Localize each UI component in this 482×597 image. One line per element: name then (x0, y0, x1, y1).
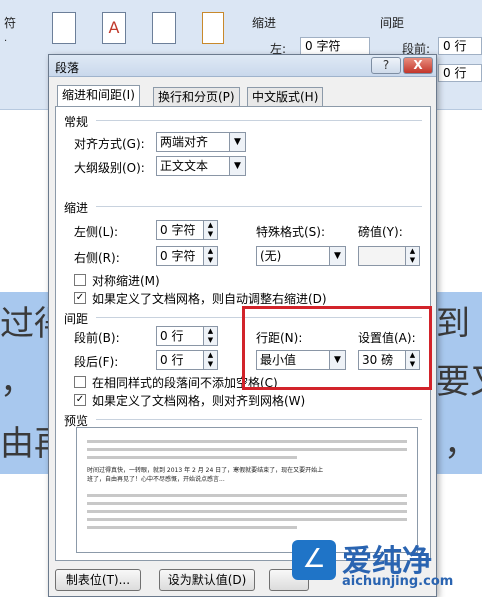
tab-indent-spacing[interactable]: 缩进和间距(I) (57, 85, 140, 107)
mirror-indent-checkbox[interactable] (74, 274, 86, 286)
spacing-after-value: 0 行 (160, 353, 184, 367)
tabs-button[interactable]: 制表位(T)... (55, 569, 141, 591)
chevron-down-icon: ▼ (329, 247, 345, 265)
highlight-box (242, 306, 432, 390)
doc-text-line1-right: 到 2 (436, 304, 482, 344)
auto-adjust-checkbox[interactable]: ✓ (74, 292, 86, 304)
doc-text-line2-left: ， (0, 362, 34, 402)
ribbon-fragment-2: · (4, 36, 8, 47)
chevron-down-icon: ▼ (229, 133, 245, 151)
snap-to-grid-label: 如果定义了文档网格，则对齐到网格(W) (92, 394, 306, 408)
ribbon-spacing-label: 间距 (380, 16, 405, 30)
spacing-after-label: 段后(F): (74, 355, 119, 369)
close-button[interactable]: X (403, 57, 433, 74)
spacing-after-spinner[interactable]: 0 行 ▲ ▼ (156, 350, 218, 370)
divider (96, 419, 422, 420)
indent-left-spinner[interactable]: 0 字符 ▲ ▼ (156, 220, 218, 240)
spinner-arrows-icon[interactable]: ▲ ▼ (203, 247, 217, 265)
tab-line-page-breaks[interactable]: 换行和分页(P) (153, 87, 240, 107)
spacing-before-spinner[interactable]: 0 行 ▲ ▼ (156, 326, 218, 346)
spacing-before-label: 段前(B): (74, 331, 120, 345)
preview-sample-text: 时间过得真快，一转眼，就到 2013 年 2 月 24 日了，寒假就要结束了，现… (87, 466, 407, 484)
preview-line (87, 510, 407, 513)
ribbon-paint-icon[interactable] (152, 12, 176, 44)
spinner-arrows-icon[interactable]: ▲ ▼ (203, 327, 217, 345)
indent-section-title: 缩进 (64, 201, 89, 215)
auto-adjust-label: 如果定义了文档网格，则自动调整右缩进(D) (92, 292, 327, 306)
ribbon-doc-icon[interactable] (52, 12, 76, 44)
special-indent-label: 特殊格式(S): (256, 225, 326, 239)
spinner-arrows-icon[interactable]: ▲ ▼ (203, 221, 217, 239)
indent-right-label: 右侧(R): (74, 251, 120, 265)
preview-sample-line1: 时间过得真快，一转眼，就到 2013 年 2 月 24 日了，寒假就要结束了，现… (87, 467, 324, 474)
ribbon-left-fragment: 符 (4, 16, 17, 30)
mirror-indent-label: 对称缩进(M) (92, 274, 160, 288)
preview-line (87, 440, 407, 443)
general-section-title: 常规 (64, 115, 89, 129)
indent-left-label: 左侧(L): (74, 225, 119, 239)
ribbon-page-icon[interactable] (202, 12, 224, 44)
alignment-label: 对齐方式(G): (74, 137, 145, 151)
alignment-value: 两端对齐 (160, 135, 209, 149)
alignment-select[interactable]: 两端对齐 ▼ (156, 132, 246, 152)
preview-box: 时间过得真快，一转眼，就到 2013 年 2 月 24 日了，寒假就要结束了，现… (76, 427, 418, 553)
preview-line (87, 448, 407, 451)
spacing-section-title: 间距 (64, 312, 89, 326)
watermark-url: aichunjing.com (342, 574, 454, 589)
tab-asian-typography[interactable]: 中文版式(H) (247, 87, 324, 107)
no-space-same-style-checkbox[interactable] (74, 376, 86, 388)
special-indent-value: (无) (260, 249, 282, 263)
dialog-title: 段落 (55, 61, 80, 75)
chevron-down-icon: ▼ (229, 157, 245, 175)
indent-right-spinner[interactable]: 0 字符 ▲ ▼ (156, 246, 218, 266)
outline-level-value: 正文文本 (160, 159, 209, 173)
spinner-arrows-icon[interactable]: ▲ ▼ (203, 351, 217, 369)
magnitude-label: 磅值(Y): (358, 225, 403, 239)
ribbon-text-icon[interactable]: A (102, 12, 126, 44)
preview-line (87, 456, 297, 459)
ribbon-spacing-after-field[interactable]: 0 行 (438, 64, 482, 82)
ribbon-spacing-before-field[interactable]: 0 行 (438, 37, 482, 55)
preview-line (87, 526, 297, 529)
help-button[interactable]: ? (371, 57, 401, 74)
preview-line (87, 494, 407, 497)
ribbon-indent-left-field[interactable]: 0 字符 (300, 37, 370, 55)
divider (96, 120, 422, 121)
divider (96, 206, 422, 207)
dialog-titlebar[interactable]: 段落 ? X (49, 55, 436, 77)
snap-to-grid-checkbox[interactable]: ✓ (74, 394, 86, 406)
special-indent-select[interactable]: (无) ▼ (256, 246, 346, 266)
indent-left-value: 0 字符 (160, 223, 196, 237)
indent-right-value: 0 字符 (160, 249, 196, 263)
doc-text-line2-right: 要又 (436, 362, 482, 402)
preview-line (87, 502, 407, 505)
set-default-button[interactable]: 设为默认值(D) (159, 569, 255, 591)
magnitude-spinner[interactable]: ▲ ▼ (358, 246, 420, 266)
preview-line (87, 518, 407, 521)
doc-text-line3-right: ， (444, 424, 478, 464)
outline-level-label: 大纲级别(O): (74, 161, 145, 175)
spacing-before-value: 0 行 (160, 329, 184, 343)
watermark-logo-icon: ∠ (292, 540, 336, 580)
ribbon-indent-label: 缩进 (252, 16, 277, 30)
spinner-arrows-icon[interactable]: ▲ ▼ (405, 247, 419, 265)
preview-sample-line2: 班了，自由再见了！心中不尽感慨，开始说点感言... (87, 476, 225, 483)
outline-level-select[interactable]: 正文文本 ▼ (156, 156, 246, 176)
